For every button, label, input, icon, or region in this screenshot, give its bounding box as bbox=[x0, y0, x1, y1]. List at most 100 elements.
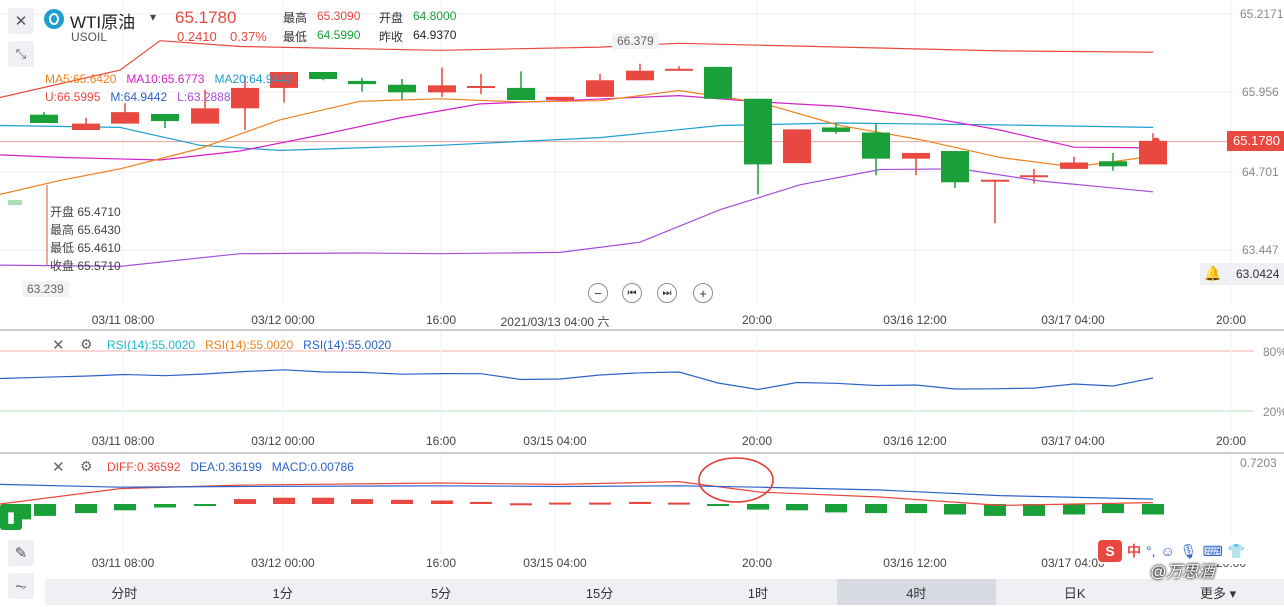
candle-up bbox=[111, 103, 139, 124]
bell-icon[interactable]: 🔔 bbox=[1204, 265, 1221, 282]
macd-settings-icon[interactable]: ⚙ bbox=[80, 458, 93, 475]
price-alert-box[interactable]: 🔔 63.0424 bbox=[1200, 263, 1284, 285]
macd-close-icon[interactable]: ✕ bbox=[52, 458, 65, 476]
candle-up bbox=[783, 129, 811, 164]
candle-up bbox=[586, 73, 614, 97]
last-price-dot bbox=[1152, 137, 1160, 146]
price-change-pct: 0.37% bbox=[230, 29, 267, 44]
max-price-label: 66.379 bbox=[612, 33, 659, 49]
time-axis-label: 20:00 bbox=[1215, 313, 1247, 327]
period-tab[interactable]: 分时 bbox=[45, 579, 203, 605]
candle-down bbox=[388, 78, 416, 100]
macd-histogram-bar bbox=[114, 504, 136, 511]
sogou-logo-icon[interactable]: S bbox=[1098, 540, 1122, 562]
candle-up bbox=[626, 63, 654, 81]
alert-price: 63.0424 bbox=[1236, 267, 1280, 281]
indicator-line bbox=[0, 94, 1154, 161]
macd-histogram-bar bbox=[234, 499, 256, 504]
boll-lower-label: L:63.2888 bbox=[177, 90, 231, 104]
candle-up bbox=[1060, 156, 1088, 169]
macd-axis-top: 0.7203 bbox=[1240, 456, 1277, 470]
period-tab[interactable]: 日K bbox=[996, 579, 1154, 605]
candle-up bbox=[72, 117, 100, 130]
volume-icon[interactable]: ▮ bbox=[0, 504, 22, 530]
macd-histogram-bar bbox=[510, 503, 532, 506]
ma5-label: MA5:65.6420 bbox=[45, 72, 117, 86]
time-axis-label: 03/15 04:00 bbox=[523, 556, 587, 570]
skin-icon[interactable]: 👕 bbox=[1228, 543, 1245, 560]
scroll-last-button[interactable]: ⏭ bbox=[657, 283, 677, 303]
ma20-label: MA20:64.9442 bbox=[214, 72, 293, 86]
tooltip-close: 收盘 65.5710 bbox=[50, 259, 121, 273]
collapse-icon[interactable]: ⤡ bbox=[8, 41, 34, 67]
open-value: 64.8000 bbox=[413, 9, 457, 23]
period-tab[interactable]: 1时 bbox=[679, 579, 837, 605]
period-tab[interactable]: 4时 bbox=[837, 579, 996, 605]
ma10-label: MA10:65.6773 bbox=[126, 72, 205, 86]
macd-histogram-bar bbox=[470, 501, 492, 504]
time-axis-label: 03/16 12:00 bbox=[883, 313, 947, 327]
macd-histogram-bar bbox=[312, 497, 334, 504]
more-button[interactable]: 更多 ▾ bbox=[1200, 583, 1236, 602]
scroll-first-button[interactable]: ⏮ bbox=[622, 283, 642, 303]
time-axis-label: 03/17 04:00 bbox=[1041, 313, 1105, 327]
rsi-settings-icon[interactable]: ⚙ bbox=[80, 336, 93, 353]
indicator-icon[interactable]: ⏦ bbox=[8, 573, 34, 599]
indicator-line bbox=[0, 168, 1154, 268]
tooltip-low: 最低 65.4610 bbox=[50, 241, 121, 255]
keyboard-icon[interactable]: ⌨ bbox=[1203, 543, 1223, 560]
low-label: 最低 bbox=[283, 30, 308, 44]
open-label: 开盘 bbox=[379, 11, 404, 25]
macd-dea-line bbox=[0, 483, 1154, 500]
symbol-code: USOIL bbox=[71, 30, 108, 44]
time-axis-label: 20:00 bbox=[741, 434, 773, 448]
main-chart-panel[interactable] bbox=[0, 0, 1284, 330]
macd-diff-line bbox=[0, 480, 1154, 507]
macd-histogram-bar bbox=[786, 504, 808, 511]
macd-histogram-bar bbox=[707, 504, 729, 506]
rsi-line-2-label: RSI(14):55.0020 bbox=[205, 338, 294, 352]
candle-down bbox=[862, 123, 890, 176]
time-axis-label: 20:00 bbox=[1215, 434, 1247, 448]
rsi-line bbox=[0, 369, 1154, 391]
rsi-line-1-label: RSI(14):55.0020 bbox=[107, 338, 196, 352]
ime-lang[interactable]: 中 bbox=[1127, 541, 1141, 561]
period-tab[interactable]: 1分 bbox=[203, 579, 361, 605]
time-axis-label: 03/15 04:00 bbox=[523, 434, 587, 448]
rsi-line-3-label: RSI(14):55.0020 bbox=[303, 338, 392, 352]
macd-histogram-bar bbox=[273, 497, 295, 504]
macd-histogram-bar bbox=[75, 504, 97, 514]
price-axis-tick-2: 64.701 bbox=[1242, 165, 1279, 179]
ime-punct[interactable]: °, bbox=[1146, 543, 1156, 559]
emoji-icon[interactable]: ☺ bbox=[1161, 543, 1175, 559]
candlestick-chart[interactable] bbox=[0, 0, 1284, 330]
period-tab[interactable]: 15分 bbox=[520, 579, 678, 605]
pencil-icon[interactable]: ✎ bbox=[8, 540, 34, 566]
zoom-out-button[interactable]: − bbox=[588, 283, 608, 303]
time-axis-label: 03/11 08:00 bbox=[91, 313, 155, 327]
time-axis-label: 16:00 bbox=[425, 434, 457, 448]
rsi-close-icon[interactable]: ✕ bbox=[52, 336, 65, 354]
symbol-dropdown-icon[interactable]: ▾ bbox=[150, 10, 156, 24]
indicator-line bbox=[0, 89, 1154, 195]
candle-down bbox=[309, 71, 337, 81]
close-icon[interactable]: ✕ bbox=[8, 8, 34, 34]
zoom-in-button[interactable]: + bbox=[693, 283, 713, 303]
macd-histogram-bar bbox=[825, 504, 847, 513]
low-value: 64.5990 bbox=[317, 28, 361, 42]
candle-down bbox=[348, 77, 376, 92]
macd-histogram-bar bbox=[351, 499, 373, 504]
more-label: 更多 bbox=[1200, 586, 1227, 601]
time-axis-label: 03/17 04:00 bbox=[1041, 556, 1105, 570]
macd-value-label: MACD:0.00786 bbox=[271, 460, 354, 474]
ma-legend: MA5:65.6420 MA10:65.6773 MA20:64.9442 bbox=[45, 72, 293, 86]
price-axis-tick-1: 65.956 bbox=[1242, 85, 1279, 99]
current-price-tag: 65.1780 bbox=[1227, 131, 1284, 151]
rsi-legend: RSI(14):55.0020 RSI(14):55.0020 RSI(14):… bbox=[107, 338, 391, 352]
high-value: 65.3090 bbox=[317, 9, 361, 23]
time-axis-label: 20:00 bbox=[741, 313, 773, 327]
ohlc-tooltip: 开盘 65.4710 最高 65.6430 最低 65.4610 收盘 65.5… bbox=[50, 203, 121, 275]
mic-icon[interactable]: 🎙 bbox=[1180, 543, 1198, 560]
rsi-axis-80: 80% bbox=[1263, 345, 1284, 359]
period-tab[interactable]: 5分 bbox=[362, 579, 520, 605]
